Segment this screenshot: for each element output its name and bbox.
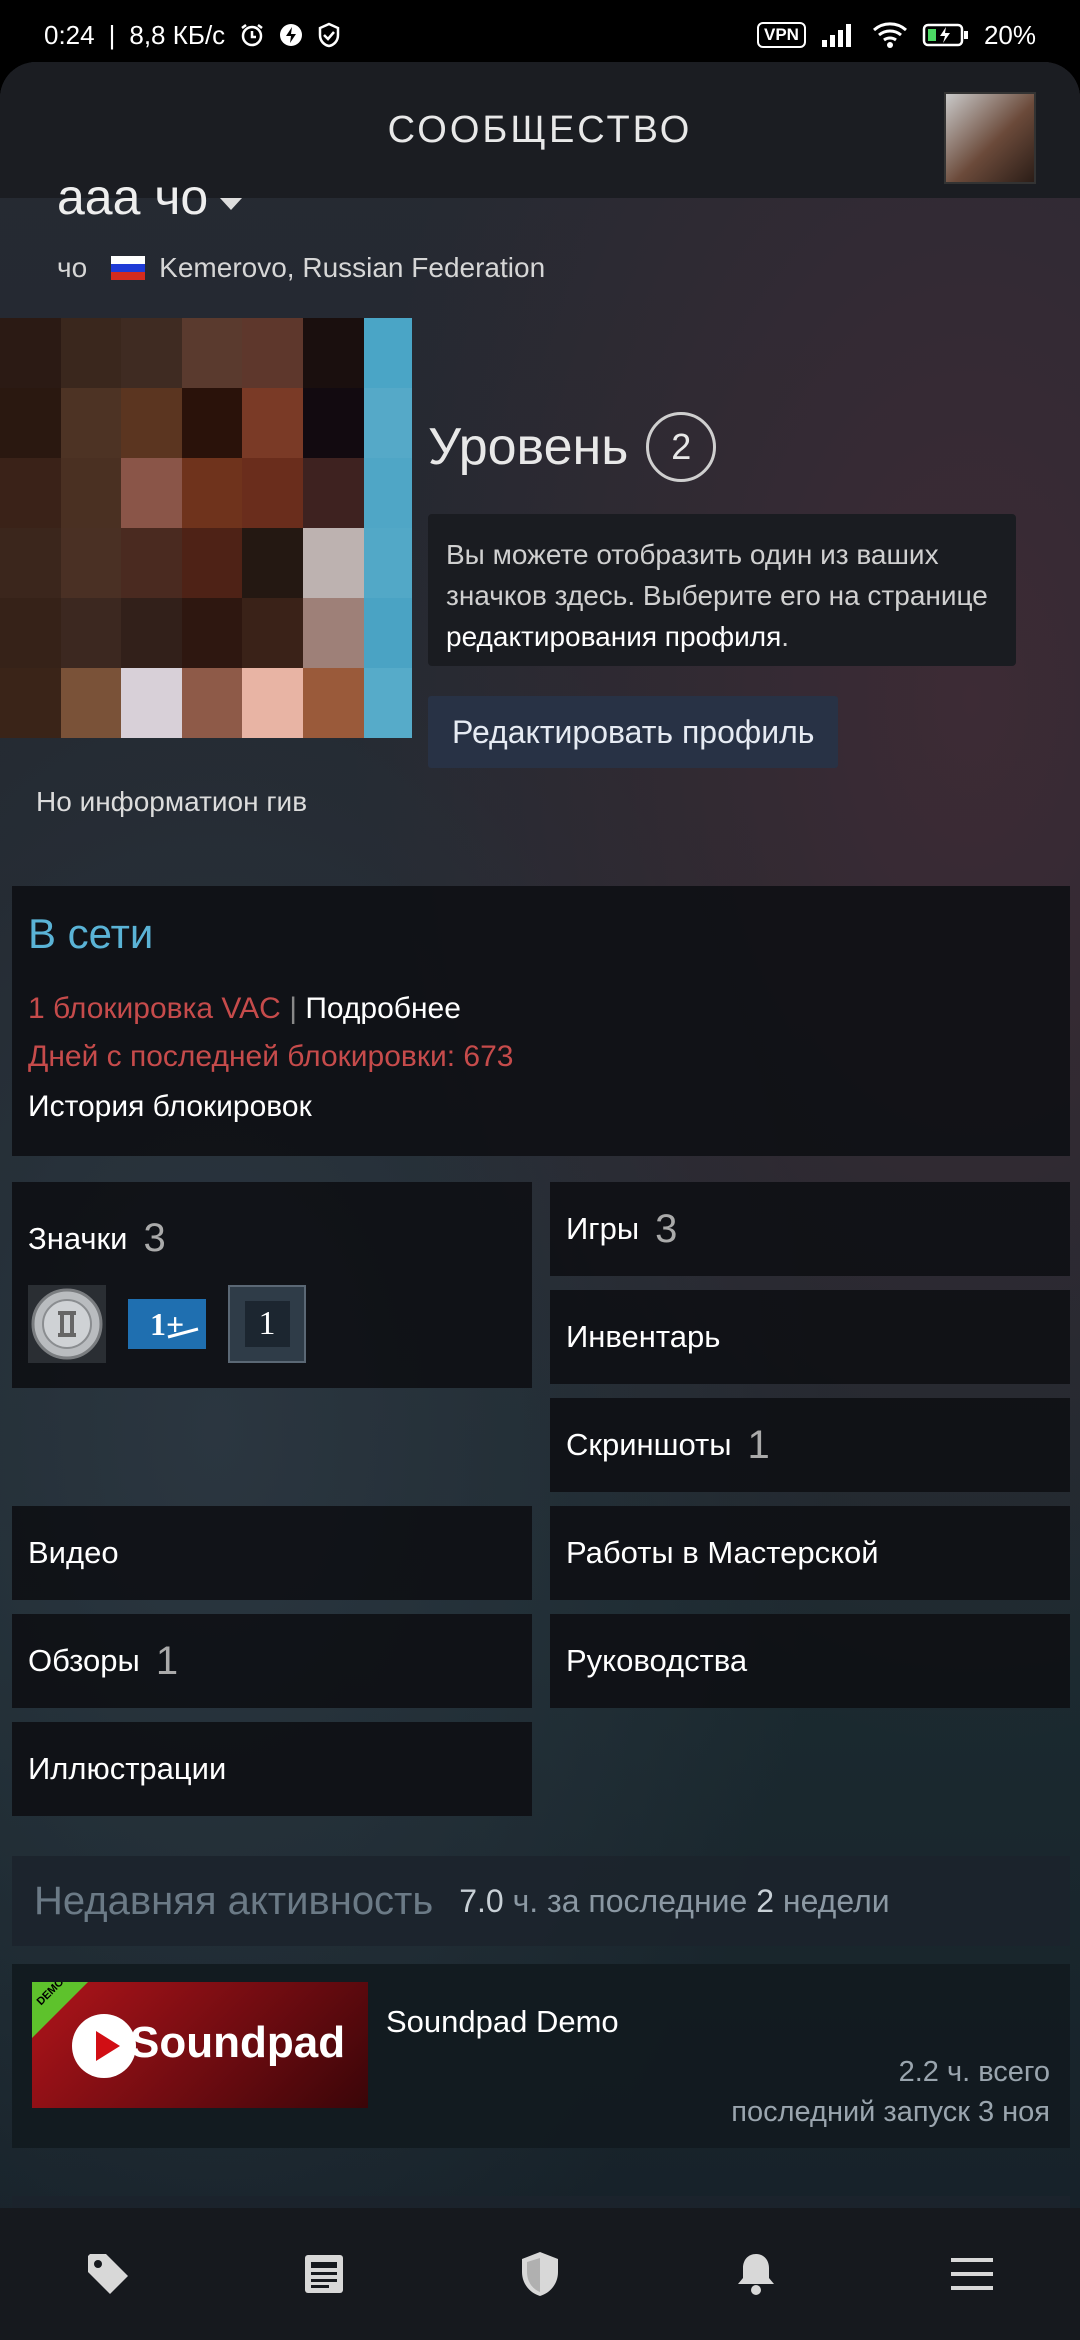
vpn-icon: VPN bbox=[756, 22, 806, 48]
profile-avatar bbox=[0, 318, 412, 738]
ban-history-link[interactable]: История блокировок bbox=[28, 1090, 312, 1124]
network-speed: 8,8 КБ/с bbox=[129, 19, 226, 50]
screenshots-tile[interactable]: Скриншоты 1 bbox=[550, 1398, 1070, 1492]
badge-level-up-icon[interactable]: 1+ bbox=[128, 1285, 206, 1363]
inventory-tile[interactable]: Инвентарь bbox=[550, 1290, 1070, 1384]
badge-info-box: Вы можете отобразить один из ваших значк… bbox=[428, 514, 1016, 666]
videos-label: Видео bbox=[28, 1535, 119, 1570]
game-name[interactable]: Soundpad Demo bbox=[386, 2004, 619, 2040]
russia-flag-icon bbox=[111, 256, 146, 280]
recent-game-card[interactable]: DEMO Soundpad Soundpad Demo 2.2 ч. всего… bbox=[12, 1964, 1070, 2148]
guides-label: Руководства bbox=[566, 1643, 748, 1678]
play-icon bbox=[72, 2014, 136, 2078]
battery-icon bbox=[922, 22, 970, 48]
news-tab[interactable] bbox=[274, 2224, 374, 2324]
edit-profile-link[interactable]: редактирования профиля bbox=[446, 621, 781, 652]
menu-tab[interactable] bbox=[922, 2224, 1022, 2324]
badge-number-icon[interactable]: 1 bbox=[228, 1285, 306, 1363]
badges-count: 3 bbox=[143, 1216, 166, 1260]
notifications-tab[interactable] bbox=[706, 2224, 806, 2324]
vac-separator: | bbox=[289, 992, 297, 1025]
bolt-icon bbox=[279, 23, 303, 47]
days-since-ban: Дней с последней блокировки: 673 bbox=[28, 1040, 514, 1073]
edit-profile-button[interactable]: Редактировать профиль bbox=[428, 696, 839, 768]
bell-icon bbox=[738, 2254, 774, 2295]
level-display: Уровень 2 bbox=[428, 412, 717, 482]
reviews-label: Обзоры bbox=[28, 1643, 140, 1678]
workshop-tile[interactable]: Работы в Мастерской bbox=[550, 1506, 1070, 1600]
badges-tile[interactable]: Значки 3 1+ 1 bbox=[12, 1182, 532, 1388]
profile-summary: Но информатион гив bbox=[36, 786, 308, 817]
artwork-label: Иллюстрации bbox=[28, 1751, 227, 1786]
bottom-navigation bbox=[0, 2208, 1080, 2340]
page-title: СООБЩЕСТВО bbox=[387, 108, 693, 151]
tag-icon bbox=[88, 2254, 128, 2294]
games-count: 3 bbox=[655, 1206, 678, 1251]
level-label: Уровень bbox=[428, 418, 629, 476]
screenshots-label: Скриншоты bbox=[566, 1427, 732, 1462]
status-panel: В сети 1 блокировка VAC | Подробнее Дней… bbox=[12, 886, 1070, 1156]
clock: 0:24 bbox=[44, 19, 95, 50]
games-tile[interactable]: Игры 3 bbox=[550, 1182, 1070, 1276]
reviews-count: 1 bbox=[155, 1638, 179, 1683]
user-avatar[interactable] bbox=[944, 92, 1036, 184]
news-icon bbox=[305, 2255, 343, 2293]
vac-line: 1 блокировка VAC | Подробнее bbox=[28, 992, 461, 1026]
svg-text:1+: 1+ bbox=[150, 1306, 184, 1342]
games-label: Игры bbox=[566, 1211, 640, 1246]
game-thumbnail[interactable]: DEMO Soundpad bbox=[32, 1982, 368, 2108]
badge-number-text: 1 bbox=[244, 1301, 290, 1347]
shield-icon bbox=[522, 2252, 558, 2296]
guard-tab[interactable] bbox=[490, 2224, 590, 2324]
videos-tile[interactable]: Видео bbox=[12, 1506, 532, 1600]
game-total-hours: 2.2 ч. всего bbox=[898, 2056, 1050, 2088]
online-status: В сети bbox=[28, 910, 154, 957]
hours-unit: ч. за последние bbox=[512, 1882, 748, 1919]
signal-icon bbox=[820, 22, 858, 48]
store-tab[interactable] bbox=[58, 2224, 158, 2324]
menu-icon bbox=[951, 2258, 993, 2290]
wifi-icon bbox=[872, 21, 908, 49]
thumbnail-title: Soundpad bbox=[130, 2018, 346, 2067]
location: Kemerovo, Russian Federation bbox=[159, 252, 546, 283]
reviews-tile[interactable]: Обзоры 1 bbox=[12, 1614, 532, 1708]
real-name: чо bbox=[57, 252, 88, 283]
app-window: СООБЩЕСТВО ааа чо чо Kemerovo, Russian F… bbox=[0, 62, 1080, 2340]
vac-details-link[interactable]: Подробнее bbox=[305, 992, 461, 1025]
profile-name: ааа чо bbox=[57, 169, 209, 225]
status-bar: 0:24 | 8,8 КБ/с VPN 20% bbox=[0, 0, 1080, 70]
hours-value: 7.0 bbox=[459, 1882, 504, 1919]
weeks-unit: недели bbox=[782, 1882, 890, 1919]
recent-activity-title: Недавняя активность bbox=[34, 1878, 434, 1923]
shield-check-icon bbox=[317, 22, 341, 48]
screenshots-count: 1 bbox=[747, 1422, 770, 1467]
inventory-label: Инвентарь bbox=[566, 1319, 721, 1354]
badges-label: Значки bbox=[28, 1220, 128, 1256]
weeks-value: 2 bbox=[756, 1882, 774, 1919]
recent-activity-header: Недавняя активность 7.0 ч. за последние … bbox=[12, 1856, 1070, 1946]
vac-ban-count: 1 блокировка VAC bbox=[28, 992, 281, 1025]
profile-name-dropdown[interactable]: ааа чо bbox=[57, 168, 243, 226]
badge-info-suffix: . bbox=[781, 621, 790, 652]
profile-subline: чо Kemerovo, Russian Federation bbox=[57, 252, 545, 284]
recent-activity-hours: 7.0 ч. за последние 2 недели bbox=[459, 1883, 889, 1920]
battery-percent: 20% bbox=[983, 19, 1036, 50]
separator: | bbox=[108, 19, 116, 50]
guides-tile[interactable]: Руководства bbox=[550, 1614, 1070, 1708]
badge-years-icon[interactable] bbox=[28, 1285, 106, 1363]
badge-info-text: Вы можете отобразить один из ваших значк… bbox=[446, 539, 988, 611]
chevron-down-icon bbox=[220, 198, 243, 210]
artwork-tile[interactable]: Иллюстрации bbox=[12, 1722, 532, 1816]
alarm-icon bbox=[239, 22, 265, 48]
workshop-label: Работы в Мастерской bbox=[566, 1535, 879, 1570]
game-last-played: последний запуск 3 ноя bbox=[731, 2096, 1050, 2128]
level-value: 2 bbox=[646, 412, 717, 482]
